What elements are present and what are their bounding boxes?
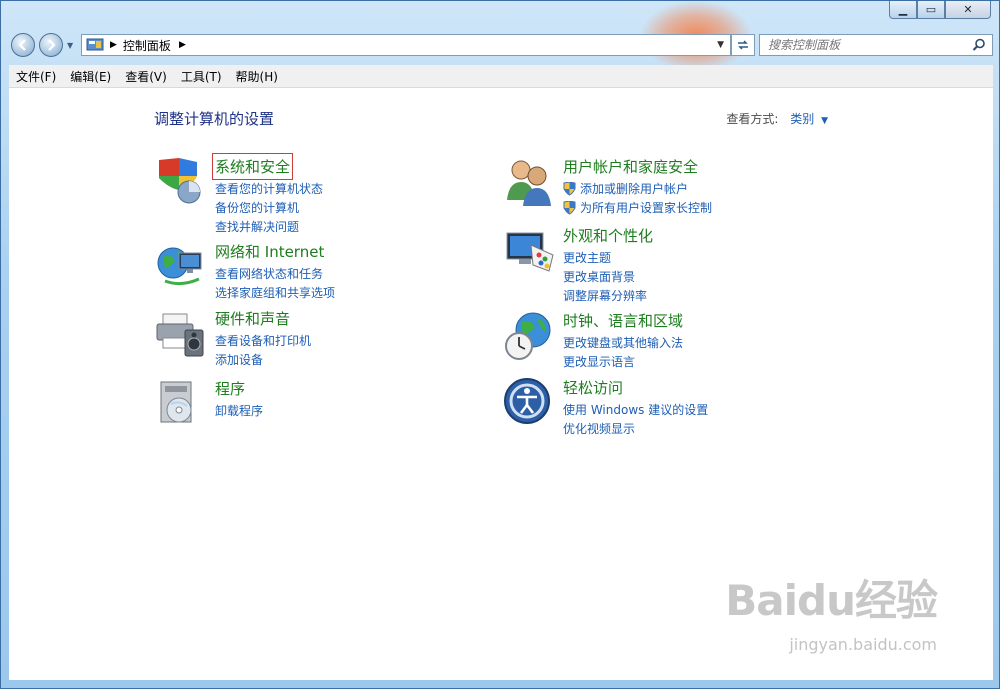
baidu-watermark-url: jingyan.baidu.com bbox=[789, 635, 937, 654]
link-add-device[interactable]: 添加设备 bbox=[215, 350, 311, 369]
link-change-theme[interactable]: 更改主题 bbox=[563, 248, 647, 267]
category-links: 查看网络状态和任务 选择家庭组和共享选项 bbox=[215, 264, 335, 302]
breadcrumb-control-panel[interactable]: 控制面板 bbox=[123, 37, 171, 54]
view-by-selector[interactable]: 类别 bbox=[790, 112, 814, 126]
refresh-button[interactable] bbox=[731, 34, 755, 56]
view-by-label: 查看方式: bbox=[726, 112, 779, 126]
category-links: 查看设备和打印机 添加设备 bbox=[215, 331, 311, 369]
category-links: 添加或删除用户帐户 为所有用户设置家长控制 bbox=[563, 179, 712, 217]
category-title-system-security[interactable]: 系统和安全 bbox=[211, 153, 294, 180]
link-parental-controls[interactable]: 为所有用户设置家长控制 bbox=[563, 198, 712, 217]
menu-edit[interactable]: 编辑(E) bbox=[63, 68, 118, 85]
page-title: 调整计算机的设置 bbox=[154, 110, 275, 128]
category-title-programs[interactable]: 程序 bbox=[215, 378, 245, 399]
menu-view[interactable]: 查看(V) bbox=[118, 68, 174, 85]
menu-help[interactable]: 帮助(H) bbox=[229, 68, 285, 85]
link-backup-computer[interactable]: 备份您的计算机 bbox=[215, 198, 323, 217]
ease-of-access-icon[interactable] bbox=[503, 377, 555, 429]
breadcrumb-next-icon[interactable]: ▶ bbox=[179, 40, 186, 50]
recent-pages-dropdown[interactable]: ▼ bbox=[67, 41, 73, 50]
window-frame: ▁ ▭ ✕ ▼ ▶ 控制面板 ▶ ▼ 搜索控制面板 文件(F) 编辑(E) 查看… bbox=[0, 0, 1000, 689]
search-box[interactable] bbox=[759, 34, 993, 56]
link-change-display-language[interactable]: 更改显示语言 bbox=[563, 352, 683, 371]
link-network-status[interactable]: 查看网络状态和任务 bbox=[215, 264, 335, 283]
category-title-user-accounts[interactable]: 用户帐户和家庭安全 bbox=[563, 156, 698, 177]
category-title-ease-of-access[interactable]: 轻松访问 bbox=[563, 377, 623, 398]
printer-speaker-icon[interactable] bbox=[155, 308, 207, 360]
link-change-keyboard[interactable]: 更改键盘或其他输入法 bbox=[563, 333, 683, 352]
refresh-icon bbox=[738, 40, 748, 50]
category-links: 使用 Windows 建议的设置 优化视频显示 bbox=[563, 400, 708, 438]
category-links: 更改主题 更改桌面背景 调整屏幕分辨率 bbox=[563, 248, 647, 305]
category-links: 查看您的计算机状态 备份您的计算机 查找并解决问题 bbox=[215, 179, 323, 236]
control-panel-icon bbox=[86, 38, 104, 51]
link-screen-resolution[interactable]: 调整屏幕分辨率 bbox=[563, 286, 647, 305]
maximize-button[interactable]: ▭ bbox=[917, 1, 945, 19]
link-uninstall-program[interactable]: 卸载程序 bbox=[215, 401, 263, 420]
category-title-network[interactable]: 网络和 Internet bbox=[215, 241, 324, 262]
category-title-clock-language[interactable]: 时钟、语言和区域 bbox=[563, 310, 683, 331]
content-area: 调整计算机的设置 查看方式: 类别 ▼ 系统和安全 查看您的计算机状态 备份您的… bbox=[9, 88, 993, 680]
category-links: 卸载程序 bbox=[215, 401, 263, 420]
link-windows-recommended-settings[interactable]: 使用 Windows 建议的设置 bbox=[563, 400, 708, 419]
forward-arrow-icon bbox=[48, 39, 56, 51]
back-arrow-icon bbox=[18, 39, 26, 51]
link-text[interactable]: 添加或删除用户帐户 bbox=[580, 180, 688, 197]
programs-cd-icon[interactable] bbox=[155, 378, 207, 430]
link-view-computer-status[interactable]: 查看您的计算机状态 bbox=[215, 179, 323, 198]
shield-pie-icon[interactable] bbox=[155, 156, 207, 208]
link-homegroup-sharing[interactable]: 选择家庭组和共享选项 bbox=[215, 283, 335, 302]
link-text[interactable]: 为所有用户设置家长控制 bbox=[580, 199, 712, 216]
link-add-remove-accounts[interactable]: 添加或删除用户帐户 bbox=[563, 179, 712, 198]
users-icon[interactable] bbox=[503, 156, 555, 208]
window-controls: ▁ ▭ ✕ bbox=[889, 1, 991, 19]
address-bar[interactable]: ▶ 控制面板 ▶ ▼ bbox=[81, 34, 731, 56]
link-devices-printers[interactable]: 查看设备和打印机 bbox=[215, 331, 311, 350]
breadcrumb-separator-icon[interactable]: ▶ bbox=[110, 40, 117, 50]
baidu-watermark: Baidu经验 bbox=[725, 576, 938, 625]
menu-file[interactable]: 文件(F) bbox=[9, 68, 63, 85]
monitor-palette-icon[interactable] bbox=[503, 225, 555, 277]
link-troubleshoot[interactable]: 查找并解决问题 bbox=[215, 217, 323, 236]
address-dropdown-icon[interactable]: ▼ bbox=[717, 40, 724, 50]
category-links: 更改键盘或其他输入法 更改显示语言 bbox=[563, 333, 683, 371]
search-icon[interactable] bbox=[972, 38, 986, 52]
network-globe-icon[interactable] bbox=[155, 241, 207, 293]
menu-bar: 文件(F) 编辑(E) 查看(V) 工具(T) 帮助(H) bbox=[9, 65, 993, 88]
uac-shield-icon bbox=[563, 200, 576, 215]
category-title-hardware[interactable]: 硬件和声音 bbox=[215, 308, 290, 329]
view-by-control: 查看方式: 类别 ▼ bbox=[726, 110, 828, 127]
uac-shield-icon bbox=[563, 181, 576, 196]
view-by-dropdown-icon[interactable]: ▼ bbox=[821, 116, 828, 126]
search-input[interactable] bbox=[760, 37, 972, 53]
link-optimize-visual-display[interactable]: 优化视频显示 bbox=[563, 419, 708, 438]
close-button[interactable]: ✕ bbox=[945, 1, 991, 19]
minimize-button[interactable]: ▁ bbox=[889, 1, 917, 19]
category-title-appearance[interactable]: 外观和个性化 bbox=[563, 225, 653, 246]
navigation-bar: ▼ ▶ 控制面板 ▶ ▼ bbox=[11, 32, 993, 60]
back-button[interactable] bbox=[11, 33, 35, 57]
menu-tools[interactable]: 工具(T) bbox=[174, 68, 229, 85]
clock-globe-icon[interactable] bbox=[503, 310, 555, 362]
forward-button[interactable] bbox=[39, 33, 63, 57]
link-change-background[interactable]: 更改桌面背景 bbox=[563, 267, 647, 286]
